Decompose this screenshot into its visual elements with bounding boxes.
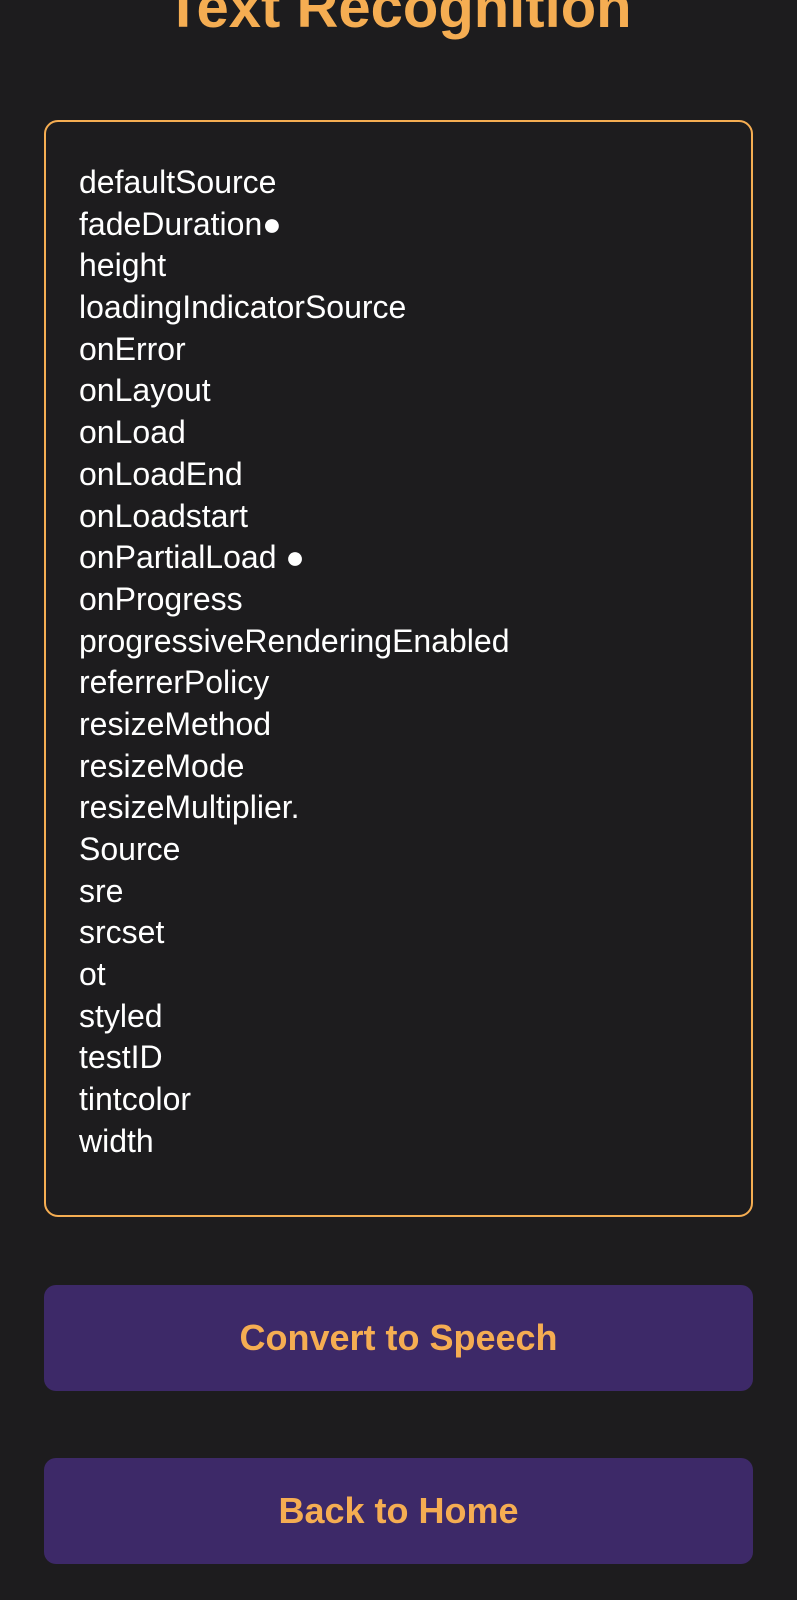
recognized-line: testID [79,1039,163,1076]
recognized-line: onLoadstart [79,497,249,534]
back-to-home-button[interactable]: Back to Home [44,1458,753,1564]
recognized-line: onLoad [79,414,186,451]
recognized-line: resizeMethod [79,705,272,742]
recognized-line: onLoadEnd [79,455,243,492]
recognized-line: sre [79,872,124,909]
recognized-line: onError [79,330,186,367]
recognized-line: resizeMultiplier. [79,789,300,826]
recognized-line: width [79,1122,154,1159]
recognized-line: resizeMode [79,747,245,784]
recognized-line: referrerPolicy [79,664,270,701]
recognized-line: fadeDuration● [79,205,282,242]
convert-to-speech-button[interactable]: Convert to Speech [44,1285,753,1391]
recognized-line: tintcolor [79,1081,192,1118]
recognized-line: onLayout [79,372,211,409]
recognized-line: height [79,247,167,284]
recognized-line: styled [79,997,163,1034]
recognized-line: progressiveRenderingEnabled [79,622,510,659]
recognized-line: ot [79,956,106,993]
recognized-text-list: defaultSource fadeDuration● height loadi… [79,162,721,1163]
recognized-line: srcset [79,914,165,951]
recognized-line: Source [79,831,181,867]
recognized-line: loadingIndicatorSource [79,289,407,326]
page-title: Text Recognition [165,0,632,40]
recognized-text-box: defaultSource fadeDuration● height loadi… [44,120,753,1217]
recognized-line: onPartialLoad ● [79,539,305,576]
recognized-line: defaultSource [79,164,277,200]
recognized-line: onProgress [79,580,243,617]
